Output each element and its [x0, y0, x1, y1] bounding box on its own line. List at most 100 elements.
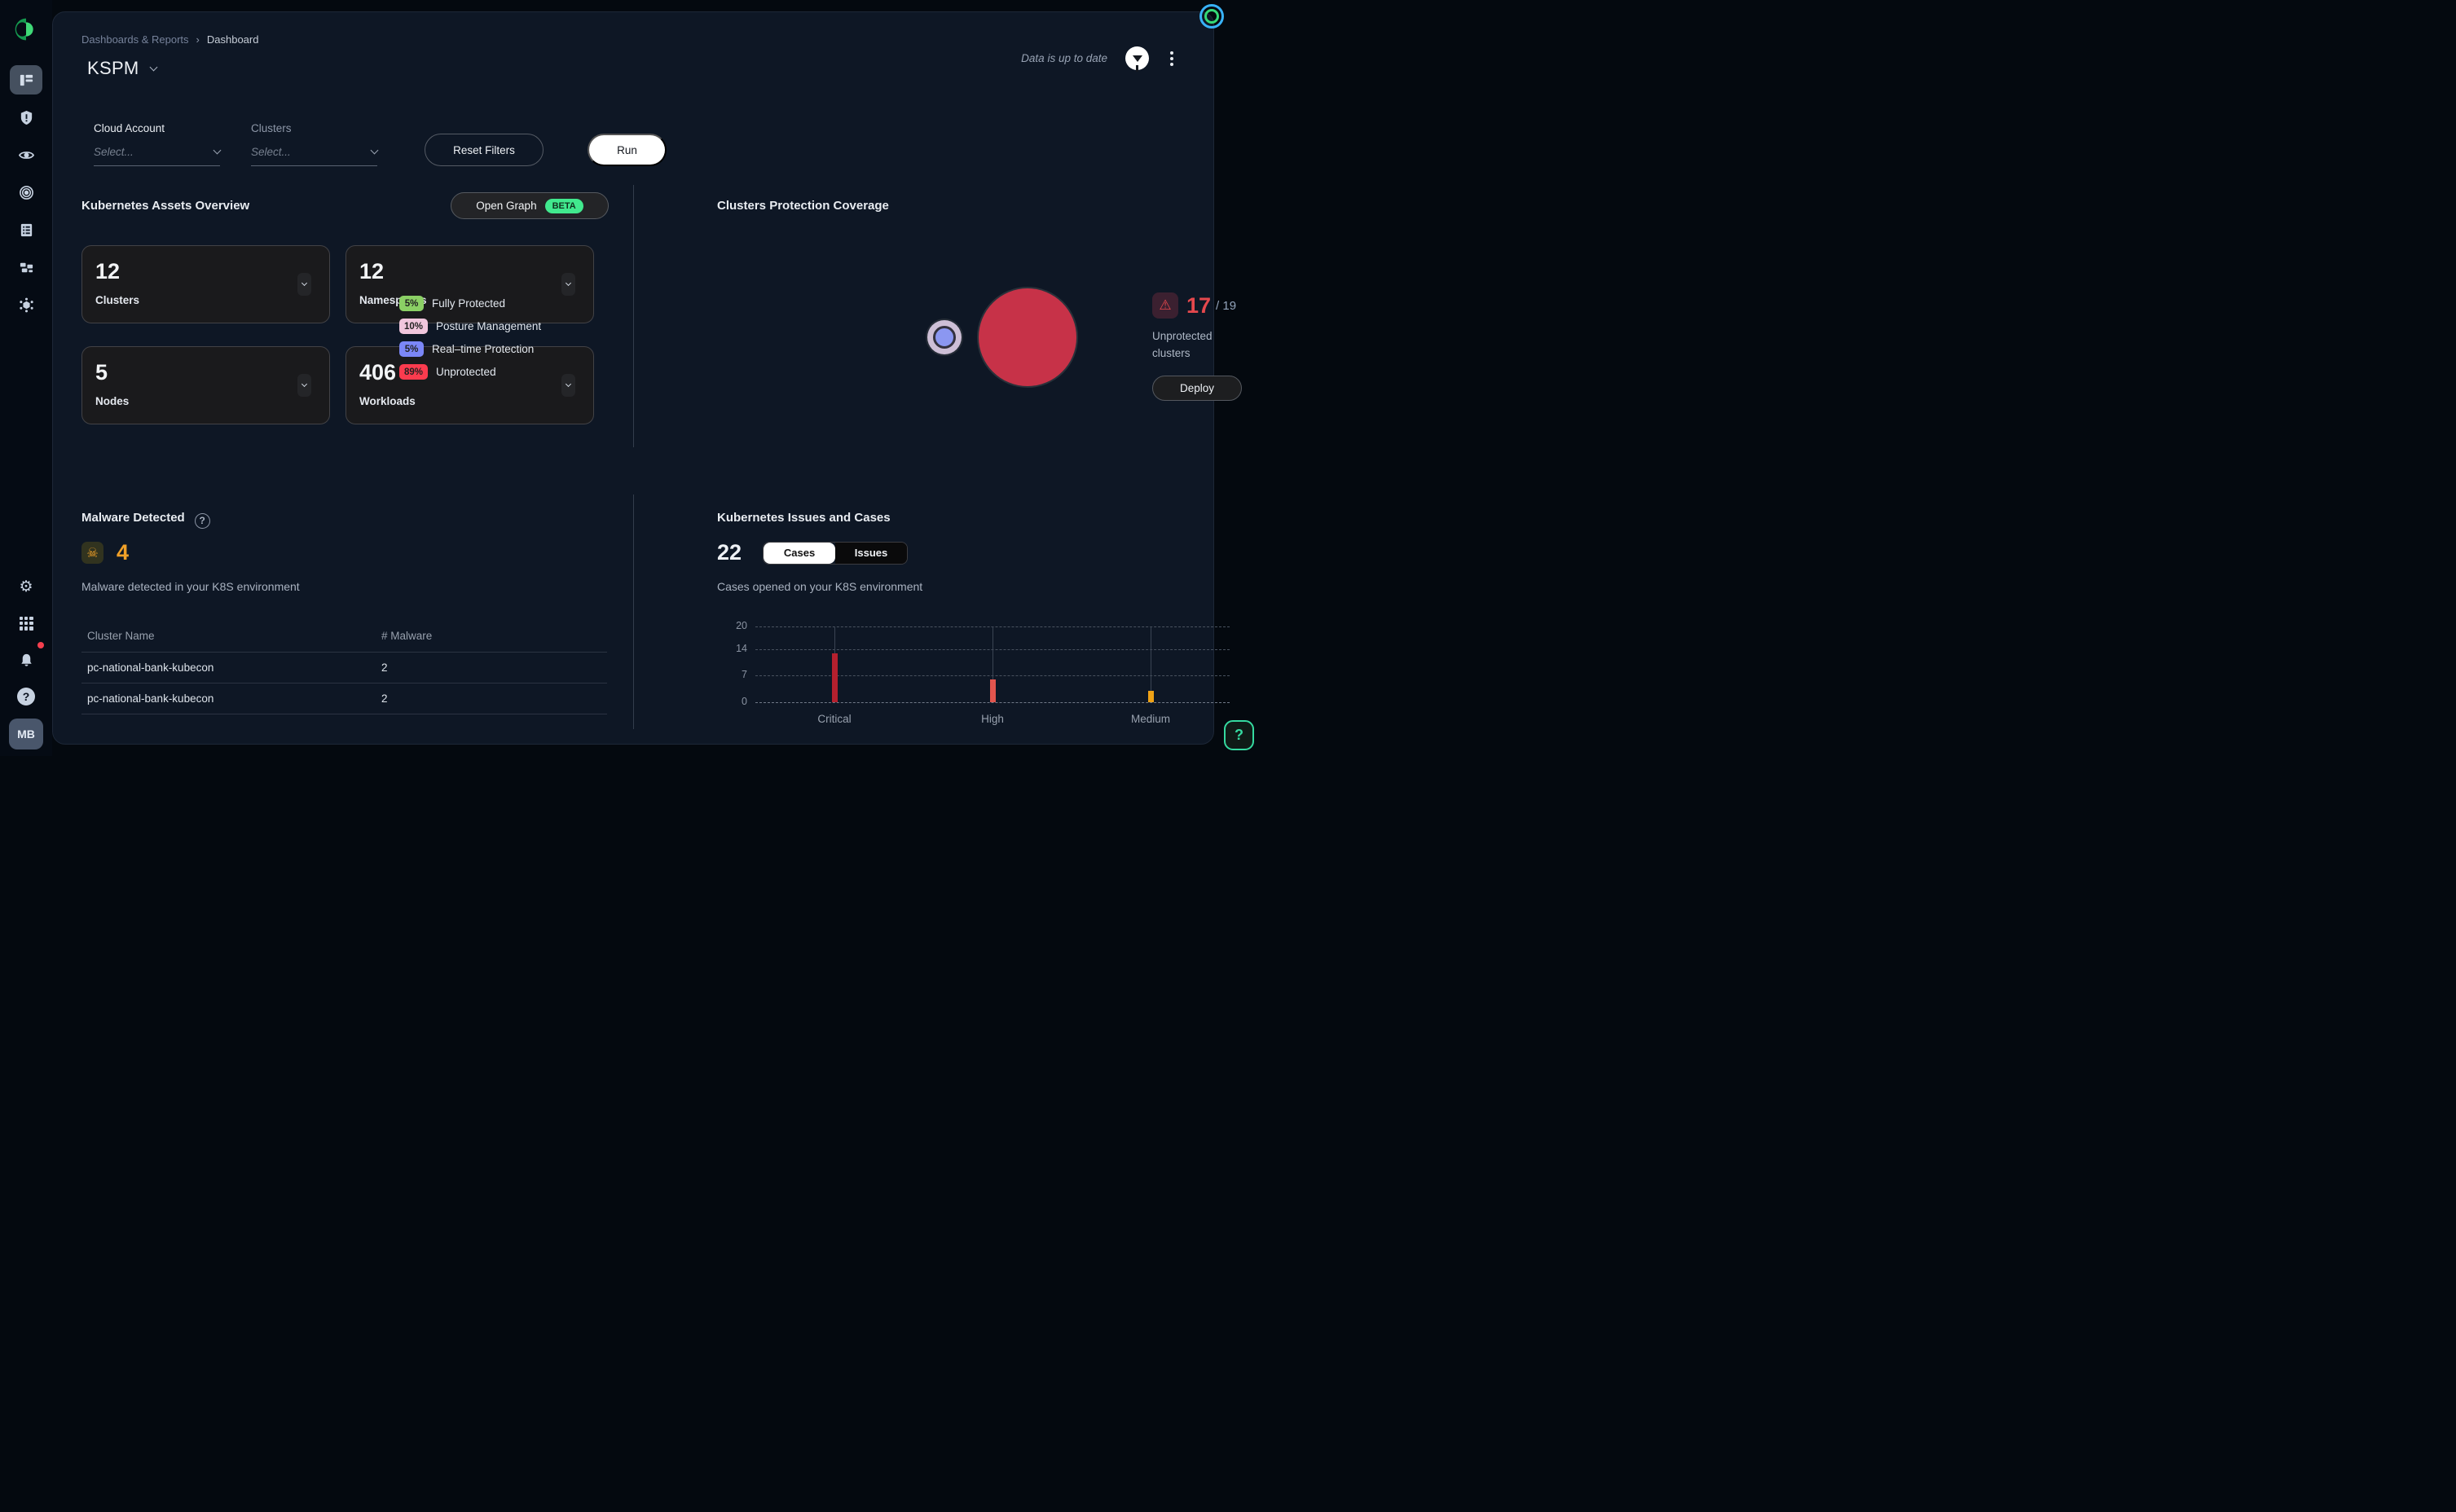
- clusters-select[interactable]: Select...: [251, 146, 377, 166]
- y-tick-label: 7: [721, 669, 747, 680]
- target-icon: [19, 185, 34, 200]
- sidebar-bottom: ⚙ ? MB: [9, 572, 43, 756]
- section-divider-bottom: [633, 494, 634, 729]
- issues-subtitle: Cases opened on your K8S environment: [717, 580, 922, 593]
- sidebar-item-threat-graph[interactable]: [10, 290, 42, 319]
- apps-grid-icon: [20, 617, 33, 631]
- table-row[interactable]: pc-national-bank-kubecon 2: [81, 683, 607, 714]
- main-panel: Dashboards & Reports › Dashboard KSPM Da…: [52, 11, 1214, 745]
- legend-row: 5% Fully Protected: [399, 296, 541, 311]
- card-value: 5: [95, 360, 316, 385]
- cloud-account-placeholder: Select...: [94, 146, 134, 158]
- table-row[interactable]: pc-national-bank-kubecon2: [81, 652, 607, 683]
- sidebar-item-visibility[interactable]: [10, 140, 42, 169]
- breadcrumb-dashboard: Dashboard: [207, 33, 259, 46]
- notification-dot: [37, 642, 44, 648]
- unprotected-count: 17: [1186, 293, 1211, 318]
- sidebar-item-help[interactable]: ?: [10, 682, 42, 711]
- dashboard-title-dropdown[interactable]: KSPM: [87, 58, 156, 79]
- reset-filters-button[interactable]: Reset Filters: [425, 134, 544, 166]
- legend-pct-badge: 10%: [399, 319, 428, 334]
- tab-cases[interactable]: Cases: [764, 543, 835, 564]
- bubble-protected[interactable]: [927, 320, 962, 354]
- malware-help-icon[interactable]: ?: [195, 513, 210, 529]
- sidebar-nav: [10, 65, 42, 319]
- more-options-button[interactable]: [1167, 48, 1177, 69]
- breadcrumb-separator: ›: [196, 33, 200, 46]
- card-expand-button[interactable]: [297, 374, 311, 397]
- app-root: ⚙ ? MB Dashboards & Reports: [0, 0, 1228, 756]
- bubble-unprotected[interactable]: [979, 288, 1076, 386]
- bar-high[interactable]: [990, 679, 996, 702]
- x-category-label: High: [981, 713, 1004, 725]
- breadcrumb-dashboards-reports[interactable]: Dashboards & Reports: [81, 33, 189, 46]
- card-expand-button[interactable]: [561, 374, 575, 397]
- card-expand-button[interactable]: [297, 273, 311, 296]
- beta-badge: BETA: [545, 199, 583, 213]
- tab-issues[interactable]: Issues: [835, 543, 907, 564]
- shield-alert-icon: [19, 110, 34, 125]
- bubble-protected-core: [933, 326, 956, 349]
- eye-icon: [19, 147, 34, 163]
- col-cluster-name: Cluster Name: [87, 630, 155, 642]
- sidebar-item-reports[interactable]: [10, 215, 42, 244]
- bar-critical[interactable]: [832, 653, 838, 702]
- filter-button[interactable]: [1125, 46, 1149, 70]
- asset-card-nodes: 5 Nodes: [81, 346, 330, 424]
- dashboard-icon: [19, 73, 34, 88]
- clusters-field: Clusters Select...: [251, 122, 377, 166]
- x-category-label: Medium: [1131, 713, 1170, 725]
- card-label: Nodes: [95, 395, 316, 407]
- legend-label: Real–time Protection: [432, 343, 534, 355]
- threat-graph-icon: [19, 297, 34, 313]
- user-avatar[interactable]: MB: [9, 719, 43, 749]
- cell-malware-count: 2: [381, 692, 601, 705]
- help-icon: ?: [17, 688, 35, 705]
- chevron-down-icon: [566, 279, 571, 285]
- section-divider-top: [633, 185, 634, 447]
- table-header: Cluster Name# Malware: [81, 625, 607, 652]
- malware-count-row: ☠ 4: [81, 540, 129, 565]
- malware-title: Malware Detected?: [81, 511, 210, 529]
- legend-label: Fully Protected: [432, 297, 505, 310]
- bar-medium[interactable]: [1148, 691, 1154, 702]
- floating-help-button[interactable]: ?: [1224, 720, 1254, 750]
- blocks-icon: [19, 260, 34, 275]
- card-label: Clusters: [95, 294, 316, 306]
- malware-count: 4: [117, 540, 129, 565]
- cloud-account-select[interactable]: Select...: [94, 146, 220, 166]
- bar-guide-line: [834, 626, 835, 653]
- cell-cluster-name: pc-national-bank-kubecon: [87, 692, 213, 705]
- report-icon: [19, 222, 34, 238]
- funnel-icon: [1133, 55, 1142, 62]
- sidebar-item-settings[interactable]: ⚙: [10, 572, 42, 601]
- cases-issues-toggle: CasesIssues: [763, 542, 908, 565]
- data-status-text: Data is up to date: [1021, 52, 1107, 64]
- sidebar-item-risks[interactable]: [10, 103, 42, 132]
- sidebar-item-apps[interactable]: [10, 609, 42, 638]
- cell-malware-count: 2: [381, 662, 601, 674]
- sidebar-item-detections[interactable]: [10, 178, 42, 207]
- unprotected-caption: Unprotected clusters: [1152, 328, 1250, 363]
- card-label: Workloads: [359, 395, 580, 407]
- run-button[interactable]: Run: [588, 134, 667, 166]
- card-value: 12: [95, 259, 316, 284]
- sidebar-item-assets[interactable]: [10, 253, 42, 282]
- page-title: KSPM: [87, 58, 139, 79]
- legend-pct-badge: 5%: [399, 296, 424, 311]
- sidebar-item-dashboards[interactable]: [10, 65, 42, 94]
- coverage-stat: ⚠17/ 19 Unprotected clusters Deploy: [1152, 292, 1250, 401]
- legend-row: 5% Real–time Protection: [399, 341, 541, 357]
- deploy-button[interactable]: Deploy: [1152, 376, 1242, 401]
- cloud-account-label: Cloud Account: [94, 122, 220, 134]
- card-expand-button[interactable]: [561, 273, 575, 296]
- corner-brand-spinner-icon: [1199, 4, 1224, 29]
- chevron-down-icon: [566, 380, 571, 386]
- brand-logo-icon[interactable]: [13, 16, 39, 42]
- open-graph-button[interactable]: Open Graph BETA: [451, 192, 609, 219]
- chevron-down-icon: [371, 147, 379, 155]
- legend-row: 89% Unprotected: [399, 364, 541, 380]
- issues-count-row: 22 CasesIssues: [717, 540, 908, 565]
- sidebar-item-notifications[interactable]: [10, 645, 42, 675]
- clusters-label: Clusters: [251, 122, 377, 134]
